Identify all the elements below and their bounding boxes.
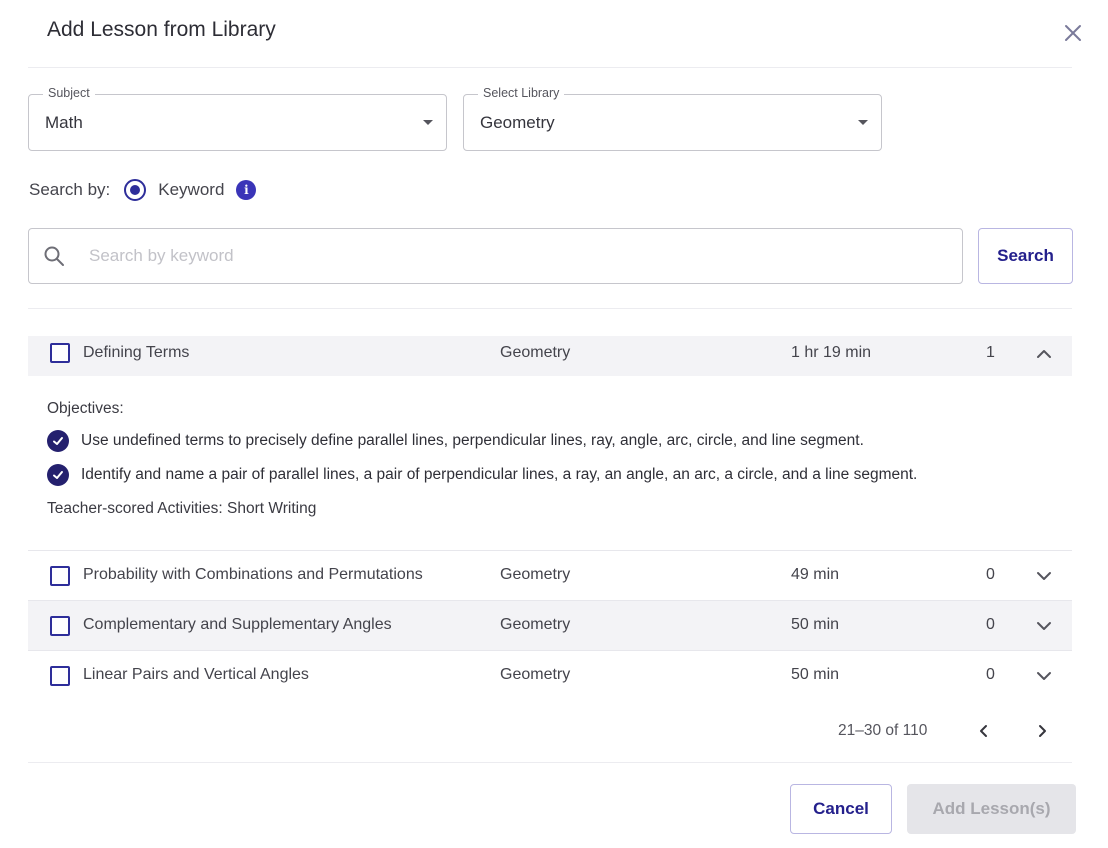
search-divider	[28, 308, 1072, 309]
lesson-library: Geometry	[500, 616, 571, 633]
add-lessons-button[interactable]: Add Lesson(s)	[907, 784, 1076, 834]
next-page-button[interactable]	[1030, 718, 1054, 744]
lesson-name: Linear Pairs and Vertical Angles	[83, 666, 309, 683]
search-input[interactable]	[89, 230, 949, 282]
info-icon[interactable]: i	[236, 180, 257, 200]
objective-text: Use undefined terms to precisely define …	[81, 432, 864, 449]
lesson-row[interactable]: Complementary and Supplementary Angles G…	[28, 601, 1072, 651]
lesson-count: 0	[986, 666, 995, 683]
lesson-name: Probability with Combinations and Permut…	[83, 566, 423, 583]
header-divider	[28, 67, 1072, 68]
dialog-title: Add Lesson from Library	[47, 18, 276, 41]
close-icon[interactable]	[1064, 24, 1082, 42]
library-select-value: Geometry	[480, 113, 555, 132]
search-by-label: Search by:	[29, 180, 111, 199]
search-icon	[44, 246, 64, 266]
chevron-down-icon[interactable]	[1034, 616, 1054, 636]
lesson-duration: 50 min	[791, 666, 840, 683]
lesson-count: 0	[986, 566, 995, 583]
lesson-duration: 49 min	[791, 566, 840, 583]
prev-page-button[interactable]	[972, 718, 996, 744]
check-circle-icon	[47, 464, 69, 486]
search-button[interactable]: Search	[978, 228, 1073, 284]
lesson-library: Geometry	[500, 666, 571, 683]
search-by-group: Search by: Keyword i	[29, 178, 257, 202]
subject-select-value: Math	[45, 113, 83, 132]
lesson-details: Objectives: Use undefined terms to preci…	[28, 376, 1072, 550]
library-select-label: Select Library	[478, 86, 565, 100]
lesson-checkbox[interactable]	[50, 666, 70, 686]
lesson-name: Complementary and Supplementary Angles	[83, 616, 392, 633]
objectives-title: Objectives:	[47, 400, 124, 417]
chevron-up-icon[interactable]	[1034, 344, 1054, 364]
chevron-left-icon[interactable]	[977, 723, 991, 739]
objective-item: Use undefined terms to precisely define …	[47, 429, 864, 453]
pagination-range: 21–30 of 110	[838, 722, 928, 739]
objective-item: Identify and name a pair of parallel lin…	[47, 463, 917, 487]
lesson-duration: 1 hr 19 min	[791, 344, 872, 361]
check-circle-icon	[47, 430, 69, 452]
lesson-list: Defining Terms Geometry 1 hr 19 min 1 Ob…	[28, 336, 1072, 698]
close-button[interactable]	[1060, 20, 1086, 46]
footer-divider	[28, 762, 1072, 763]
search-box	[28, 228, 963, 284]
objective-text: Identify and name a pair of parallel lin…	[81, 466, 918, 483]
lesson-row[interactable]: Defining Terms Geometry 1 hr 19 min 1	[28, 336, 1072, 376]
lesson-count: 1	[986, 344, 995, 361]
lesson-name: Defining Terms	[83, 344, 190, 361]
radio-dot	[130, 185, 141, 195]
lesson-row[interactable]: Probability with Combinations and Permut…	[28, 551, 1072, 601]
lesson-checkbox[interactable]	[50, 566, 70, 586]
caret-down-icon	[858, 120, 868, 125]
caret-down-icon	[423, 120, 433, 125]
lesson-library: Geometry	[500, 344, 571, 361]
lesson-checkbox[interactable]	[50, 343, 70, 363]
chevron-down-icon[interactable]	[1034, 566, 1054, 586]
lesson-duration: 50 min	[791, 616, 840, 633]
keyword-radio[interactable]	[124, 179, 147, 201]
library-select[interactable]: Select Library Geometry	[463, 86, 882, 151]
lesson-checkbox[interactable]	[50, 616, 70, 636]
lesson-library: Geometry	[500, 566, 571, 583]
lesson-row[interactable]: Linear Pairs and Vertical Angles Geometr…	[28, 651, 1072, 698]
cancel-button[interactable]: Cancel	[790, 784, 892, 834]
keyword-radio-label[interactable]: Keyword	[158, 180, 224, 200]
teacher-activities: Teacher-scored Activities: Short Writing	[47, 500, 317, 517]
chevron-right-icon[interactable]	[1035, 723, 1049, 739]
subject-select[interactable]: Subject Math	[28, 86, 447, 151]
chevron-down-icon[interactable]	[1034, 666, 1054, 686]
lesson-count: 0	[986, 616, 995, 633]
subject-select-label: Subject	[43, 86, 95, 100]
